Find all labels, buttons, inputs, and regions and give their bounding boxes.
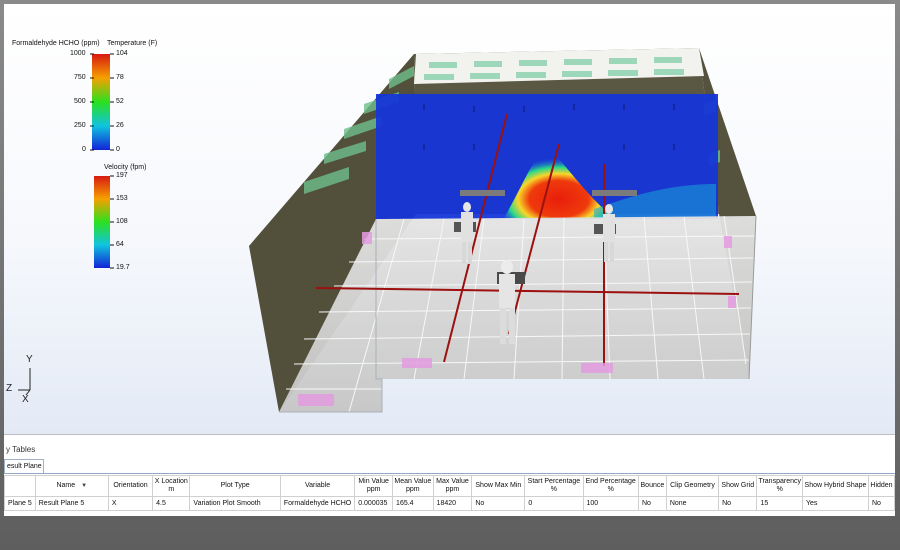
cell-mean-value[interactable]: 165.4 [392,496,434,511]
ppm-tick: 250 [74,122,86,129]
velocity-tick: 153 [116,195,128,202]
cell-clip-geometry[interactable]: None [665,496,720,511]
table-row[interactable]: Plane 5 Result Plane 5 X 4.5 Variation P… [4,496,895,511]
temperature-tick: 52 [116,98,124,105]
ppm-tick: 500 [74,98,86,105]
cell-max-value[interactable]: 18420 [432,496,473,511]
z-axis-label: Z [6,383,13,394]
cell-plot-type[interactable]: Variation Plot Smooth [189,496,281,511]
axis-triad [18,368,31,396]
velocity-legend-bar [94,176,110,268]
ppm-tick: 1000 [70,50,86,57]
cell-variable[interactable]: Formaldehyde HCHO [279,496,356,511]
cfd-application-window: Formaldehyde HCHO (ppm) Temperature (F) … [4,4,895,516]
cell-bounce[interactable]: No [637,496,667,511]
video-frame: Formaldehyde HCHO (ppm) Temperature (F) … [0,0,900,550]
formaldehyde-legend-title: Formaldehyde HCHO (ppm) [12,40,100,47]
x-axis-label: X [22,394,29,405]
column-header[interactable]: X Location m [152,475,191,497]
temperature-tick: 26 [116,122,124,129]
3d-viewport[interactable]: Formaldehyde HCHO (ppm) Temperature (F) … [4,4,895,434]
velocity-legend-title: Velocity (fpm) [104,164,147,171]
temperature-tick: 0 [116,146,120,153]
column-header[interactable] [4,475,36,497]
cell-start-percentage[interactable]: 0 [524,496,584,511]
room-model-scene[interactable] [4,4,895,434]
cell-hidden[interactable]: No [867,496,895,511]
tab-result-plane[interactable]: esult Plane [4,459,44,474]
ppm-tick: 750 [74,74,86,81]
property-tables-panel: y Tables esult Plane Name ▼ Orientation X… [4,434,895,516]
cell-x-location[interactable]: 4.5 [152,496,191,511]
table-header-row: Name ▼ Orientation X Location m Plot Type … [4,475,895,497]
column-header[interactable]: Show Hybrid Shape [801,475,869,497]
column-header[interactable]: Mean Value ppm [392,475,434,497]
ppm-tick: 0 [82,146,86,153]
column-header[interactable]: Max Value ppm [432,475,473,497]
column-header[interactable]: Transparency% [756,475,803,497]
cell-row-id[interactable]: Plane 5 [4,496,36,511]
result-plane-table: Name ▼ Orientation X Location m Plot Type … [4,475,895,511]
cell-end-percentage[interactable]: 100 [582,496,639,511]
temperature-tick: 104 [116,50,128,57]
velocity-tick: 19.7 [116,264,130,271]
column-header[interactable]: Variable [279,475,356,497]
sort-arrow-icon[interactable]: ▼ [81,483,87,489]
column-header[interactable]: Clip Geometry [665,475,720,497]
cell-min-value[interactable]: 0.000035 [354,496,394,511]
cell-show-max-min[interactable]: No [471,496,526,511]
column-header[interactable]: Show Max Min [471,475,526,497]
column-header[interactable]: Start Percentage% [524,475,584,497]
y-axis-label: Y [26,354,33,365]
temperature-legend-title: Temperature (F) [107,40,158,47]
column-header[interactable]: Orientation [107,475,154,497]
column-header[interactable]: Hidden [867,475,895,497]
cell-orientation[interactable]: X [107,496,154,511]
velocity-tick: 197 [116,172,128,179]
column-header[interactable]: End Percentage% [582,475,639,497]
column-header[interactable]: Plot Type [189,475,281,497]
cell-transparency[interactable]: 15 [756,496,803,511]
column-header-name[interactable]: Name ▼ [34,475,109,497]
temperature-legend-bar [96,54,110,150]
column-header[interactable]: Bounce [637,475,667,497]
column-header[interactable]: Show Grid [718,475,758,497]
velocity-tick: 64 [116,241,124,248]
tab-divider [4,473,895,474]
velocity-tick: 108 [116,218,128,225]
column-header[interactable]: Min Value ppm [354,475,394,497]
cell-name[interactable]: Result Plane 5 [34,496,109,511]
cell-show-grid[interactable]: No [718,496,758,511]
panel-title: y Tables [6,445,36,454]
temperature-tick: 78 [116,74,124,81]
cell-show-hybrid-shape[interactable]: Yes [801,496,869,511]
